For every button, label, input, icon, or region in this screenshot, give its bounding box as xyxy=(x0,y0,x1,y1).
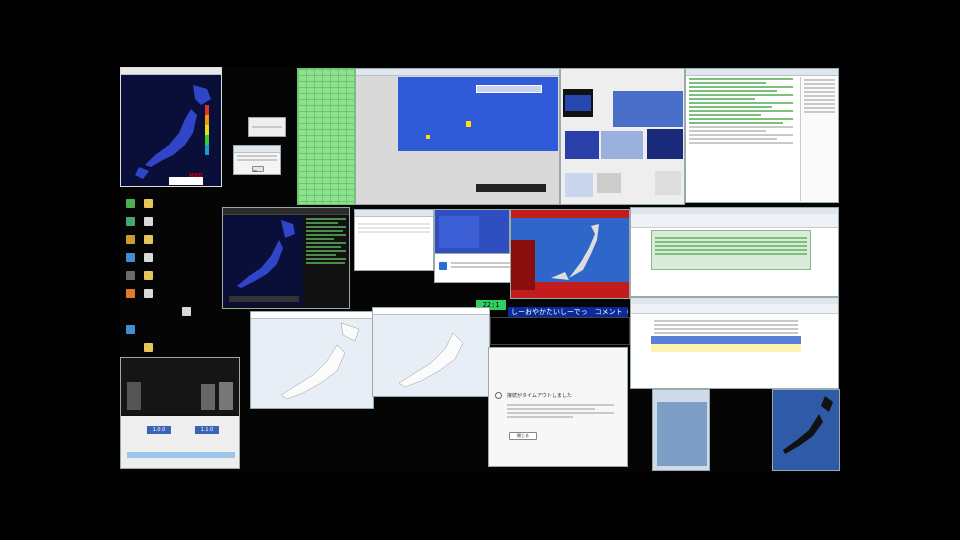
ok-button[interactable]: OK xyxy=(252,166,264,173)
thumb-8 xyxy=(655,171,681,195)
window-titlebar[interactable] xyxy=(356,69,559,76)
blue-screen-window[interactable] xyxy=(355,68,560,205)
left-value-display: 1.0.0 xyxy=(147,426,171,434)
error-dialog[interactable]: 接続がタイムアウトしました 閉じる xyxy=(488,347,628,467)
satellite-view xyxy=(657,402,707,466)
window-titlebar[interactable] xyxy=(234,146,280,153)
app-icon-2[interactable] xyxy=(126,235,135,244)
document-icon-3[interactable] xyxy=(144,289,153,298)
satellite-view-window[interactable] xyxy=(652,389,710,471)
app-icon-6[interactable] xyxy=(126,325,135,334)
marker-2 xyxy=(426,135,430,139)
person-2 xyxy=(201,384,215,410)
folder-icon-4[interactable] xyxy=(144,343,153,352)
document-icon-4[interactable] xyxy=(182,307,191,316)
control-panel: 1.0.0 1.1.0 xyxy=(121,416,239,468)
thumb-4 xyxy=(601,131,643,159)
selected-row xyxy=(651,336,801,344)
side-list xyxy=(800,77,838,201)
thumb-5 xyxy=(647,129,683,159)
document-icon[interactable] xyxy=(144,217,153,226)
folder-icon[interactable] xyxy=(144,199,153,208)
news-map-window[interactable] xyxy=(510,209,630,299)
spreadsheet-toolbar xyxy=(631,304,838,314)
japan-map-icon-4 xyxy=(280,322,360,400)
news-map-side xyxy=(511,240,535,290)
progress-bar xyxy=(127,452,235,458)
window-titlebar[interactable] xyxy=(373,308,489,315)
person-3 xyxy=(219,382,233,410)
ok-button-label: OK xyxy=(253,169,258,173)
small-dialog-2[interactable]: OK xyxy=(233,145,281,175)
table-window[interactable] xyxy=(354,209,434,271)
event-log xyxy=(303,216,349,308)
quake-monitor-window[interactable]: NIED xyxy=(120,67,222,187)
close-button-label: 閉じる xyxy=(517,433,529,438)
japan-map-icon xyxy=(121,75,221,186)
app-icon-5[interactable] xyxy=(126,289,135,298)
small-dialog[interactable] xyxy=(248,117,286,137)
close-button[interactable]: 閉じる xyxy=(509,432,537,440)
popup-app-icon xyxy=(439,262,447,270)
stream-camera-view xyxy=(121,358,239,414)
japan-3d-map-icon xyxy=(783,396,833,454)
desktop-screen: NIED OK 22:1 しーおやかたいしーでっ コメント（ツ 接続がタイムアウ… xyxy=(120,67,840,472)
blue-map-window[interactable] xyxy=(434,209,510,255)
quake-3d-window[interactable] xyxy=(772,389,840,471)
spreadsheet-grid xyxy=(651,230,811,270)
spreadsheet-window-2[interactable] xyxy=(630,297,839,389)
thumb-2 xyxy=(613,91,683,127)
status-bar xyxy=(476,184,546,192)
spreadsheet-rows xyxy=(651,318,801,336)
document-icon-2[interactable] xyxy=(144,253,153,262)
error-dialog-title: 接続がタイムアウトしました xyxy=(507,393,572,399)
spreadsheet-toolbar xyxy=(631,214,838,228)
comment-viewer-window[interactable] xyxy=(685,68,839,203)
folder-icon-3[interactable] xyxy=(144,271,153,280)
blue-screen-view xyxy=(398,77,558,151)
marker-1 xyxy=(466,121,471,127)
japan-map-icon-5 xyxy=(398,332,464,388)
video-thumbnails-window[interactable] xyxy=(560,68,685,205)
right-value-display: 1.1.0 xyxy=(195,426,219,434)
quake-log-window[interactable] xyxy=(222,207,350,309)
folder-icon-2[interactable] xyxy=(144,235,153,244)
stream-preview-window[interactable]: 1.0.0 1.1.0 xyxy=(120,357,240,469)
error-dialog-body xyxy=(507,402,617,420)
thumb-1 xyxy=(563,89,593,117)
highlight-row xyxy=(651,344,801,352)
map-overlay xyxy=(439,216,479,248)
spreadsheet-window[interactable] xyxy=(630,207,839,297)
japan-map-icon-2 xyxy=(223,216,303,306)
app-icon-3[interactable] xyxy=(126,253,135,262)
white-map-window[interactable] xyxy=(250,311,374,409)
window-titlebar[interactable] xyxy=(355,210,433,217)
thumb-3 xyxy=(565,131,599,159)
white-map-window-2[interactable] xyxy=(372,307,490,397)
recycle-bin-icon[interactable] xyxy=(126,199,135,208)
window-titlebar[interactable] xyxy=(223,208,349,215)
thumb-7 xyxy=(597,173,621,193)
black-panel-window[interactable] xyxy=(490,317,630,345)
green-grid-window[interactable] xyxy=(297,68,355,205)
overlay-box xyxy=(476,85,542,93)
window-titlebar[interactable] xyxy=(686,69,838,76)
thumb-6 xyxy=(565,173,593,197)
comment-list xyxy=(686,78,796,144)
app-icon-4[interactable] xyxy=(126,271,135,280)
app-icon[interactable] xyxy=(126,217,135,226)
window-titlebar[interactable] xyxy=(121,68,221,75)
person-1 xyxy=(127,382,141,410)
info-icon xyxy=(495,392,502,399)
window-titlebar[interactable] xyxy=(251,312,373,319)
nied-logo: NIED xyxy=(189,173,203,179)
